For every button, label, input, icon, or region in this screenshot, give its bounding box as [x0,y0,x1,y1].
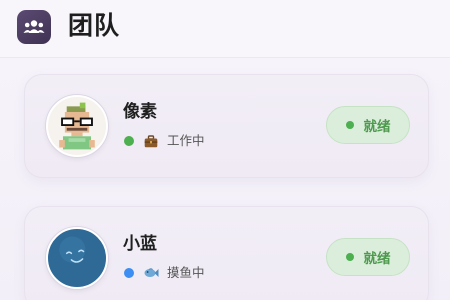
member-name: 像素 [123,102,157,122]
fish-icon [143,265,159,281]
avatar [46,95,108,157]
ready-button[interactable]: 就绪 [326,238,410,276]
ready-button-label: 就绪 [363,251,391,267]
status-dot [124,136,134,146]
ready-button-label: 就绪 [363,119,391,135]
header: 团队 [0,0,450,58]
member-status: 工作中 [124,132,205,150]
member-name: 小蓝 [123,234,157,254]
avatar [46,227,108,289]
member-card[interactable]: 小蓝 摸鱼中 就绪 [24,206,429,300]
team-icon[interactable] [17,10,51,44]
member-card[interactable]: 像素 工作中 就绪 [24,74,429,178]
status-dot [124,268,134,278]
ready-dot [345,253,354,261]
ready-dot [345,121,354,129]
briefcase-icon [143,133,159,149]
status-text: 工作中 [167,133,205,148]
status-text: 摸鱼中 [167,265,205,280]
page-title: 团队 [68,11,121,40]
ready-button[interactable]: 就绪 [326,106,410,144]
member-status: 摸鱼中 [124,264,205,282]
